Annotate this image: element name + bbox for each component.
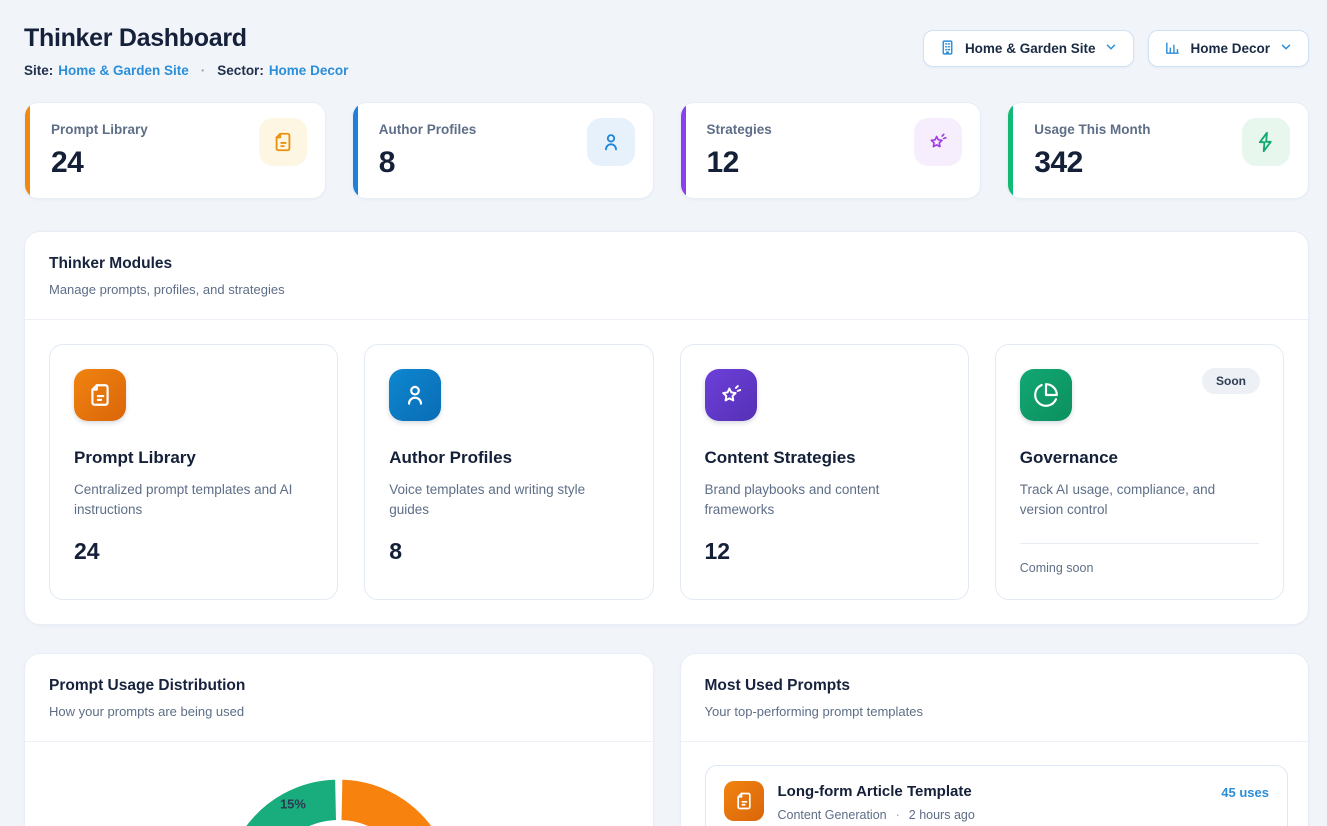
star-icon <box>914 118 962 166</box>
prompts-card-title: Most Used Prompts <box>705 677 1285 695</box>
prompt-usage-card: Prompt Usage Distribution How your promp… <box>24 653 654 826</box>
module-description: Track AI usage, compliance, and version … <box>1020 480 1259 521</box>
zap-icon <box>1242 118 1290 166</box>
accent-stripe <box>25 103 30 198</box>
sector-link[interactable]: Home Decor <box>269 63 349 78</box>
star-icon <box>705 369 757 421</box>
module-title: Content Strategies <box>705 448 944 468</box>
document-icon <box>74 369 126 421</box>
module-card-content-strategies[interactable]: Content Strategies Brand playbooks and c… <box>680 344 969 600</box>
accent-stripe <box>353 103 358 198</box>
sector-dropdown-label: Home Decor <box>1190 41 1270 56</box>
stat-card-author-profiles: Author Profiles 8 <box>352 102 654 199</box>
user-icon <box>389 369 441 421</box>
donut-chart: 15% <box>25 742 653 826</box>
page-title: Thinker Dashboard <box>24 24 348 53</box>
module-count: 8 <box>389 538 628 565</box>
header-titles: Thinker Dashboard Site: Home & Garden Si… <box>24 24 348 78</box>
module-title: Author Profiles <box>389 448 628 468</box>
prompt-uses-badge: 45 uses <box>1221 781 1269 822</box>
module-description: Voice templates and writing style guides <box>389 480 628 521</box>
module-count: 24 <box>74 538 313 565</box>
modules-panel-title: Thinker Modules <box>49 255 1284 273</box>
bar-chart-icon <box>1164 39 1181 59</box>
module-card-author-profiles[interactable]: Author Profiles Voice templates and writ… <box>364 344 653 600</box>
module-description: Centralized prompt templates and AI inst… <box>74 480 313 521</box>
stat-card-prompt-library: Prompt Library 24 <box>24 102 326 199</box>
thinker-modules-panel: Thinker Modules Manage prompts, profiles… <box>24 231 1309 625</box>
site-label: Site: <box>24 63 53 78</box>
prompts-card-subtitle: Your top-performing prompt templates <box>705 704 1285 719</box>
pie-chart-icon <box>1020 369 1072 421</box>
document-icon <box>259 118 307 166</box>
accent-stripe <box>681 103 686 198</box>
module-count: 12 <box>705 538 944 565</box>
module-title: Governance <box>1020 448 1259 468</box>
prompt-time: 2 hours ago <box>909 808 975 822</box>
header-actions: Home & Garden Site Home Decor <box>923 30 1309 67</box>
usage-card-subtitle: How your prompts are being used <box>49 704 629 719</box>
donut-segment-label: 15% <box>280 796 306 811</box>
prompt-title: Long-form Article Template <box>778 783 1208 800</box>
dashboard-page: Thinker Dashboard Site: Home & Garden Si… <box>0 0 1327 826</box>
usage-card-header: Prompt Usage Distribution How your promp… <box>25 654 653 742</box>
site-link[interactable]: Home & Garden Site <box>58 63 189 78</box>
module-card-governance: Soon Governance Track AI usage, complian… <box>995 344 1284 600</box>
separator-dot: · <box>896 808 900 822</box>
building-icon <box>939 39 956 59</box>
module-card-prompt-library[interactable]: Prompt Library Centralized prompt templa… <box>49 344 338 600</box>
most-used-prompts-card: Most Used Prompts Your top-performing pr… <box>680 653 1310 826</box>
donut-chart-svg: 15% <box>25 742 653 826</box>
divider <box>1020 543 1259 544</box>
site-dropdown[interactable]: Home & Garden Site <box>923 30 1135 67</box>
module-description: Brand playbooks and content frameworks <box>705 480 944 521</box>
prompt-info: Long-form Article Template Content Gener… <box>778 781 1208 822</box>
site-dropdown-label: Home & Garden Site <box>965 41 1096 56</box>
stat-card-usage: Usage This Month 342 <box>1007 102 1309 199</box>
page-header: Thinker Dashboard Site: Home & Garden Si… <box>24 24 1309 78</box>
separator-dot: · <box>201 63 206 78</box>
site-sector-row: Site: Home & Garden Site · Sector: Home … <box>24 63 348 78</box>
modules-panel-subtitle: Manage prompts, profiles, and strategies <box>49 282 1284 297</box>
soon-badge: Soon <box>1202 368 1260 394</box>
stats-row: Prompt Library 24 Author Profiles 8 Stra… <box>24 102 1309 199</box>
stat-card-strategies: Strategies 12 <box>680 102 982 199</box>
prompt-list-item[interactable]: Long-form Article Template Content Gener… <box>705 765 1289 826</box>
modules-panel-header: Thinker Modules Manage prompts, profiles… <box>25 232 1308 320</box>
module-title: Prompt Library <box>74 448 313 468</box>
prompt-meta: Content Generation · 2 hours ago <box>778 808 1208 822</box>
prompts-card-header: Most Used Prompts Your top-performing pr… <box>681 654 1309 742</box>
accent-stripe <box>1008 103 1013 198</box>
bottom-row: Prompt Usage Distribution How your promp… <box>24 653 1309 826</box>
user-icon <box>587 118 635 166</box>
chevron-down-icon <box>1279 40 1293 57</box>
prompt-category: Content Generation <box>778 808 887 822</box>
usage-card-title: Prompt Usage Distribution <box>49 677 629 695</box>
coming-soon-text: Coming soon <box>1020 561 1259 575</box>
document-icon <box>724 781 764 821</box>
sector-label: Sector: <box>217 63 264 78</box>
donut-segment-orange[interactable] <box>340 778 455 826</box>
sector-dropdown[interactable]: Home Decor <box>1148 30 1309 67</box>
modules-grid: Prompt Library Centralized prompt templa… <box>25 320 1308 624</box>
chevron-down-icon <box>1104 40 1118 57</box>
